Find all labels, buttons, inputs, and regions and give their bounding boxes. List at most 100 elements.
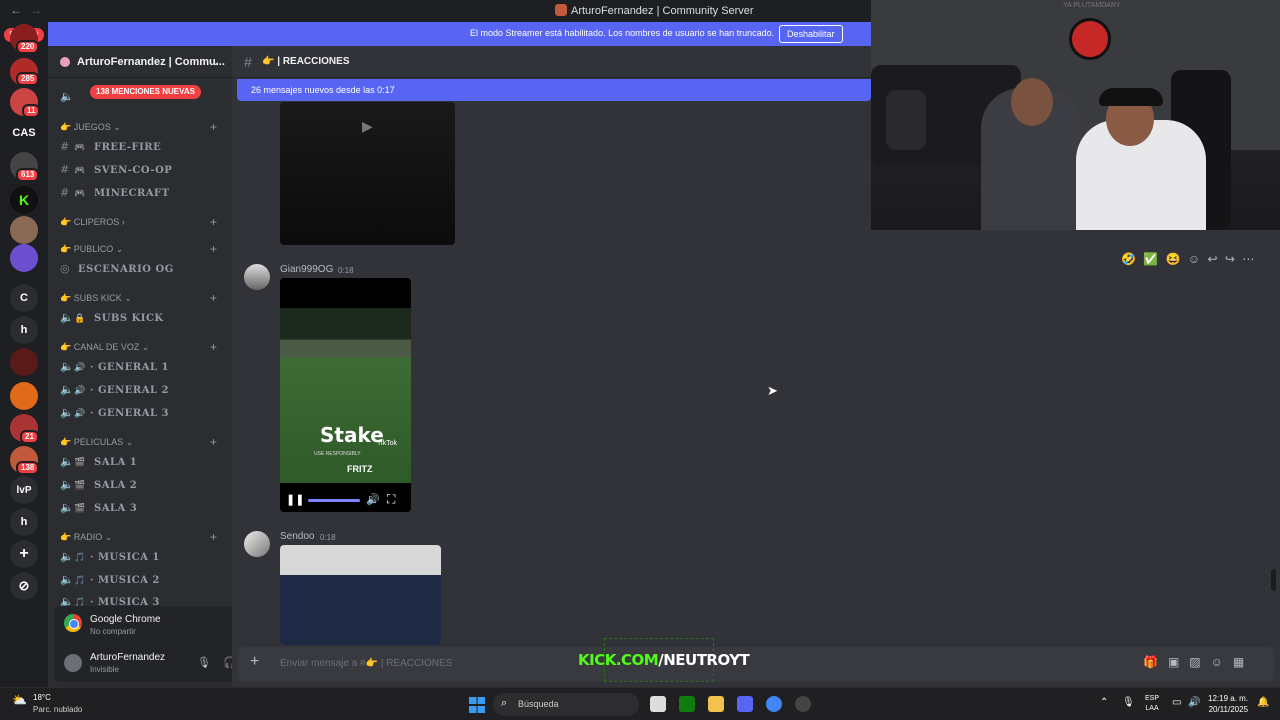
scrollbar[interactable]: [1271, 569, 1276, 591]
channel-general-3[interactable]: 🔈🔊 · GENERAL 3: [60, 406, 169, 419]
add-server-icon[interactable]: +: [10, 540, 38, 568]
new-messages-bar[interactable]: 26 mensajes nuevos desde las 0:17: [237, 79, 871, 101]
add-channel-icon[interactable]: +: [210, 530, 217, 544]
xbox-icon[interactable]: [679, 696, 695, 712]
message-input-placeholder[interactable]: Enviar mensaje a #👉 | REACCIONES: [280, 658, 452, 669]
channel-free-fire[interactable]: # 🎮 FREE-FIRE: [60, 140, 161, 153]
server-icon-h2[interactable]: h: [10, 508, 38, 536]
username[interactable]: ArturoFernandez: [90, 652, 165, 663]
message-author[interactable]: Gian999OG: [280, 264, 333, 275]
more-icon[interactable]: ⋯: [1242, 252, 1254, 266]
server-icon-6[interactable]: [10, 244, 38, 272]
category-canal-de-voz[interactable]: 👉 CANAL DE VOZ ⌄ +: [60, 340, 217, 354]
windows-start-icon[interactable]: [469, 697, 485, 713]
pause-icon[interactable]: ❚❚: [286, 493, 304, 506]
kick-server-icon[interactable]: K: [10, 186, 38, 214]
category-radio[interactable]: 👉 RADIO ⌄ +: [60, 530, 217, 544]
server-header[interactable]: ArturoFernandez | Commu... ⌄: [48, 46, 232, 78]
add-channel-icon[interactable]: +: [210, 120, 217, 134]
file-explorer-icon[interactable]: [708, 696, 724, 712]
channel-subs-kick[interactable]: 🔈🔒 SUBS KICK: [60, 311, 164, 324]
weather-icon[interactable]: ⛅: [12, 693, 27, 707]
windows-taskbar: ⛅ 18°C Parc. nublado ⌕ Búsqueda ⌃ 🎙 ESP L…: [0, 687, 1280, 720]
channel-sven-co-op[interactable]: # 🎮 SVEN-CO-OP: [60, 163, 172, 176]
network-icon[interactable]: ▭: [1172, 697, 1181, 708]
fullscreen-icon[interactable]: ⛶: [387, 492, 395, 507]
language-indicator[interactable]: ESP LAA: [1145, 694, 1159, 714]
tray-mic-icon[interactable]: 🎙: [1122, 697, 1135, 708]
add-reaction-icon[interactable]: ☺: [1188, 252, 1200, 266]
forward-arrow-icon[interactable]: →: [30, 3, 42, 17]
category-publico[interactable]: 👉 PUBLICO ⌄ +: [60, 242, 217, 256]
channel-musica-1[interactable]: 🔈🎵 · MUSICA 1: [60, 550, 160, 563]
obs-app-icon[interactable]: [795, 696, 811, 712]
task-view-icon[interactable]: [650, 696, 666, 712]
tray-chevron-up-icon[interactable]: ⌃: [1100, 697, 1108, 708]
channel-general-1[interactable]: 🔈🔊 · GENERAL 1: [60, 360, 169, 373]
channel-sala-1[interactable]: 🔈🎬 SALA 1: [60, 455, 137, 468]
add-channel-icon[interactable]: +: [210, 435, 217, 449]
category-cliperos[interactable]: 👉 CLIPEROS › +: [60, 215, 217, 229]
category-subs-kick[interactable]: 👉 SUBS KICK ⌄ +: [60, 291, 217, 305]
apps-icon[interactable]: ▦: [1233, 655, 1254, 669]
play-icon[interactable]: ▶: [362, 118, 373, 135]
reaction-laugh-icon[interactable]: 🤣: [1121, 252, 1136, 266]
search-label: Búsqueda: [518, 699, 559, 709]
category-juegos[interactable]: 👉 JUEGOS ⌄ +: [60, 120, 217, 134]
explore-icon[interactable]: ⊘: [10, 572, 38, 600]
channel-escenario-og[interactable]: ◎ ESCENARIO OG: [60, 262, 174, 275]
avatar[interactable]: [244, 531, 270, 557]
chevron-down-icon[interactable]: ⌄: [211, 55, 220, 68]
weather-temperature[interactable]: 18°C: [33, 693, 51, 702]
reaction-check-icon[interactable]: ✅: [1143, 252, 1158, 266]
mentions-pill[interactable]: 138 MENCIONES NUEVAS: [90, 85, 201, 99]
server-icon-7[interactable]: [10, 348, 38, 376]
reaction-grin-icon[interactable]: 😆: [1166, 252, 1181, 266]
reply-icon[interactable]: ↩: [1208, 252, 1218, 266]
server-icon-5[interactable]: [10, 216, 38, 244]
channel-sala-3[interactable]: 🔈🎬 SALA 3: [60, 501, 137, 514]
add-channel-icon[interactable]: +: [210, 242, 217, 256]
avatar[interactable]: [64, 654, 82, 672]
image-attachment[interactable]: [280, 545, 441, 645]
add-channel-icon[interactable]: +: [210, 340, 217, 354]
message-time: 0:18: [320, 533, 336, 542]
gift-icon[interactable]: 🎁: [1143, 655, 1168, 669]
disable-streamer-button[interactable]: Deshabilitar: [779, 25, 843, 43]
gif-icon[interactable]: ▣: [1168, 655, 1189, 669]
category-peliculas[interactable]: 👉 PELICULAS ⌄ +: [60, 435, 217, 449]
unread-badge: 613: [16, 168, 40, 182]
server-icon-lvp[interactable]: lvP: [10, 476, 38, 504]
streamer-banner-text: El modo Streamer está habilitado. Los no…: [470, 28, 775, 38]
add-channel-icon[interactable]: +: [210, 215, 217, 229]
server-icon-c[interactable]: C: [10, 284, 38, 312]
message-composer[interactable]: + Enviar mensaje a #👉 | REACCIONES 🎁▣▨☺▦: [238, 647, 1274, 681]
server-icon-8[interactable]: [10, 382, 38, 410]
server-icon-h[interactable]: h: [10, 316, 38, 344]
progress-bar[interactable]: [308, 499, 360, 502]
avatar[interactable]: [244, 264, 270, 290]
channel-musica-2[interactable]: 🔈🎵 · MUSICA 2: [60, 573, 160, 586]
sticker-icon[interactable]: ▨: [1189, 655, 1210, 669]
notification-bell-icon[interactable]: 🔔: [1257, 697, 1269, 708]
emoji-icon[interactable]: ☺: [1211, 655, 1233, 669]
channel-minecraft[interactable]: # 🎮 MINECRAFT: [60, 186, 170, 199]
video-player[interactable]: Stake TikTok USE RESPONSIBLY FRITZ ❚❚ 🔊 …: [280, 278, 411, 512]
taskbar-search[interactable]: ⌕ Búsqueda: [493, 693, 639, 716]
forward-icon[interactable]: ↪: [1225, 252, 1235, 266]
discord-app-icon[interactable]: [737, 696, 753, 712]
attach-plus-icon[interactable]: +: [250, 653, 259, 671]
clock[interactable]: 12:19 a. m. 20/11/2025: [1208, 693, 1248, 715]
channel-general-2[interactable]: 🔈🔊 · GENERAL 2: [60, 383, 169, 396]
chrome-app-icon[interactable]: [766, 696, 782, 712]
add-channel-icon[interactable]: +: [210, 291, 217, 305]
video-attachment[interactable]: ▶: [280, 102, 455, 245]
back-arrow-icon[interactable]: ←: [10, 3, 22, 17]
volume-icon[interactable]: 🔊: [366, 493, 380, 506]
volume-tray-icon[interactable]: 🔊: [1188, 697, 1200, 708]
channel-sala-2[interactable]: 🔈🎬 SALA 2: [60, 478, 137, 491]
weather-condition[interactable]: Parc. nublado: [33, 705, 82, 714]
server-icon-cas[interactable]: CAS: [10, 119, 38, 147]
message-author[interactable]: Sendoo: [280, 531, 314, 542]
microphone-icon[interactable]: 🎙: [197, 656, 211, 669]
